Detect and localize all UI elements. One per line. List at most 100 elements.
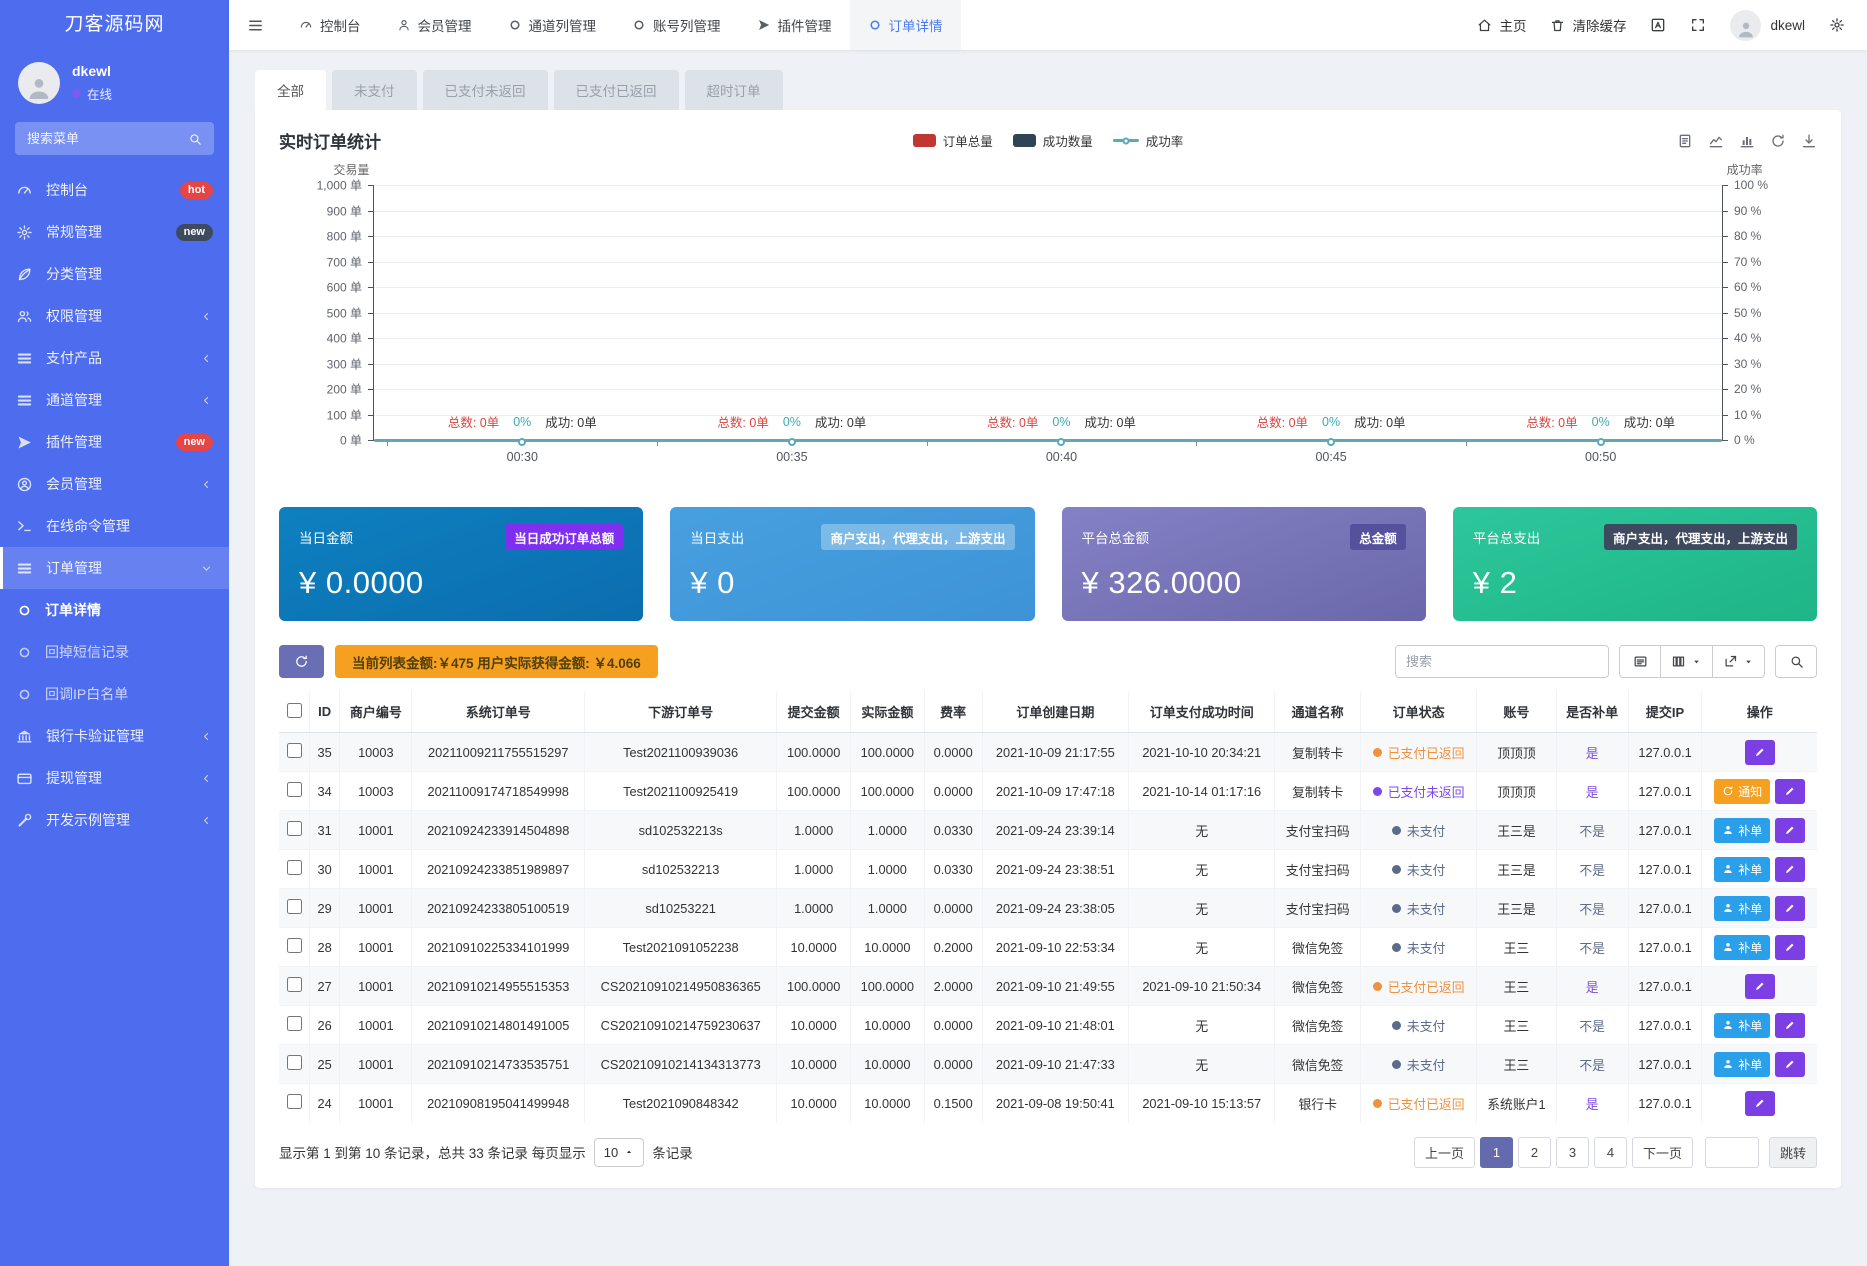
row-checkbox[interactable] [287, 1016, 302, 1031]
select-all-checkbox[interactable] [287, 703, 302, 718]
edit-order-button[interactable] [1775, 1013, 1805, 1038]
replenish-order-button[interactable]: 补单 [1714, 1013, 1770, 1038]
edit-order-button[interactable] [1775, 935, 1805, 960]
settings-gear-icon[interactable] [1829, 17, 1845, 33]
column-header[interactable]: 订单支付成功时间 [1129, 691, 1275, 733]
replenish-order-button[interactable]: 补单 [1714, 1052, 1770, 1077]
legend-item[interactable]: 订单总量 [913, 131, 993, 150]
replenish-order-button[interactable]: 补单 [1714, 935, 1770, 960]
download-icon[interactable] [1801, 133, 1817, 149]
export-button[interactable] [1713, 645, 1765, 678]
row-checkbox[interactable] [287, 977, 302, 992]
column-header[interactable]: 账号 [1477, 691, 1556, 733]
column-header[interactable]: 实际金额 [851, 691, 925, 733]
filter-tab-0[interactable]: 全部 [255, 70, 326, 110]
jump-page-input[interactable] [1705, 1137, 1759, 1168]
search-button[interactable] [1775, 645, 1817, 678]
sidebar-item-withdraw[interactable]: 提现管理 [0, 757, 229, 799]
prev-page-button[interactable]: 上一页 [1414, 1137, 1475, 1168]
sidebar-search-input[interactable] [27, 131, 188, 146]
app-logo[interactable]: 刀客源码网 [0, 0, 229, 50]
sidebar-item-channel[interactable]: 通道管理 [0, 379, 229, 421]
column-header[interactable]: 系统订单号 [412, 691, 585, 733]
row-checkbox[interactable] [287, 860, 302, 875]
edit-order-button[interactable] [1775, 818, 1805, 843]
sidebar-item-order[interactable]: 订单管理 [0, 547, 229, 589]
replenish-order-button[interactable]: 补单 [1714, 896, 1770, 921]
row-checkbox[interactable] [287, 821, 302, 836]
sidebar-item-order-detail[interactable]: 订单详情 [0, 589, 229, 631]
table-search-input[interactable] [1395, 645, 1609, 678]
clear-cache-link[interactable]: 清除缓存 [1550, 15, 1626, 35]
row-checkbox[interactable] [287, 938, 302, 953]
nav-tab-plugin[interactable]: 插件管理 [739, 0, 850, 50]
edit-order-button[interactable] [1775, 896, 1805, 921]
sidebar-item-sms-record[interactable]: 回掉短信记录 [0, 631, 229, 673]
filter-tab-4[interactable]: 超时订单 [685, 70, 783, 110]
sidebar-item-dev-example[interactable]: 开发示例管理 [0, 799, 229, 841]
column-header[interactable]: 订单状态 [1360, 691, 1476, 733]
bar-chart-icon[interactable] [1739, 133, 1755, 149]
legend-item[interactable]: 成功率 [1113, 131, 1184, 150]
filter-tab-1[interactable]: 未支付 [332, 70, 417, 110]
column-header[interactable]: 商户编号 [340, 691, 412, 733]
sidebar-item-general[interactable]: 常规管理new [0, 211, 229, 253]
filter-tab-2[interactable]: 已支付未返回 [423, 70, 548, 110]
sidebar-item-member[interactable]: 会员管理 [0, 463, 229, 505]
filter-tab-3[interactable]: 已支付已返回 [554, 70, 679, 110]
column-header[interactable]: 操作 [1702, 691, 1817, 733]
page-button-1[interactable]: 1 [1480, 1137, 1513, 1168]
column-header[interactable]: 通道名称 [1275, 691, 1361, 733]
home-link[interactable]: 主页 [1477, 15, 1526, 35]
sidebar-search[interactable] [15, 122, 214, 155]
notify-button[interactable]: 通知 [1714, 779, 1770, 804]
edit-order-button[interactable] [1745, 1091, 1775, 1116]
replenish-order-button[interactable]: 补单 [1714, 857, 1770, 882]
sidebar-item-permission[interactable]: 权限管理 [0, 295, 229, 337]
edit-order-button[interactable] [1745, 974, 1775, 999]
page-button-3[interactable]: 3 [1556, 1137, 1589, 1168]
search-icon[interactable] [188, 132, 202, 146]
page-button-4[interactable]: 4 [1594, 1137, 1627, 1168]
row-checkbox[interactable] [287, 1055, 302, 1070]
column-header[interactable]: 提交IP [1628, 691, 1702, 733]
edit-order-button[interactable] [1775, 857, 1805, 882]
edit-order-button[interactable] [1745, 740, 1775, 765]
sidebar-item-plugin[interactable]: 插件管理new [0, 421, 229, 463]
sidebar-item-pay-product[interactable]: 支付产品 [0, 337, 229, 379]
nav-tab-console[interactable]: 控制台 [281, 0, 379, 50]
navbar-user[interactable]: dkewl [1730, 10, 1805, 41]
sidebar-item-console[interactable]: 控制台hot [0, 169, 229, 211]
next-page-button[interactable]: 下一页 [1632, 1137, 1693, 1168]
nav-tab-member[interactable]: 会员管理 [379, 0, 490, 50]
page-size-select[interactable]: 10 [594, 1138, 644, 1167]
jump-button[interactable]: 跳转 [1769, 1137, 1817, 1168]
column-header[interactable]: 提交金额 [777, 691, 851, 733]
refresh-table-button[interactable] [279, 645, 324, 678]
edit-order-button[interactable] [1775, 1052, 1805, 1077]
data-view-icon[interactable] [1677, 133, 1693, 149]
sidebar-item-ip-whitelist[interactable]: 回调IP白名单 [0, 673, 229, 715]
detail-view-button[interactable] [1619, 645, 1661, 678]
page-button-2[interactable]: 2 [1518, 1137, 1551, 1168]
row-checkbox[interactable] [287, 899, 302, 914]
translate-icon[interactable] [1650, 17, 1666, 33]
row-checkbox[interactable] [287, 743, 302, 758]
sidebar-item-category[interactable]: 分类管理 [0, 253, 229, 295]
column-header[interactable]: ID [310, 691, 340, 733]
legend-item[interactable]: 成功数量 [1013, 131, 1093, 150]
nav-tab-order-detail[interactable]: 订单详情 [850, 0, 961, 50]
columns-button[interactable] [1661, 645, 1713, 678]
row-checkbox[interactable] [287, 782, 302, 797]
edit-order-button[interactable] [1775, 779, 1805, 804]
user-avatar[interactable] [18, 62, 60, 104]
column-header[interactable]: 费率 [924, 691, 982, 733]
column-header[interactable]: 订单创建日期 [982, 691, 1128, 733]
nav-tab-account-list[interactable]: 账号列管理 [614, 0, 739, 50]
column-header[interactable]: 下游订单号 [585, 691, 777, 733]
nav-tab-channel-list[interactable]: 通道列管理 [490, 0, 615, 50]
row-checkbox[interactable] [287, 1094, 302, 1109]
fullscreen-icon[interactable] [1690, 17, 1706, 33]
sidebar-item-online-command[interactable]: 在线命令管理 [0, 505, 229, 547]
restore-icon[interactable] [1770, 133, 1786, 149]
